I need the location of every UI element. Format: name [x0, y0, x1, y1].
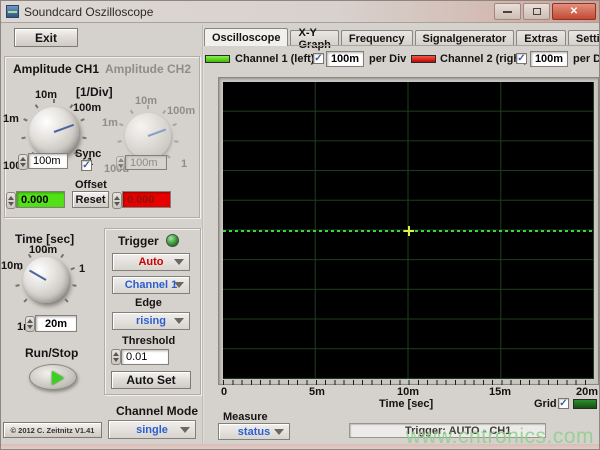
knob-needle — [148, 128, 167, 136]
edge-label: Edge — [135, 297, 162, 309]
channel2-checkbox[interactable]: ✓ — [516, 53, 527, 64]
ch1-scale-1m: 1m — [3, 113, 19, 125]
time-scale-100m: 100m — [29, 244, 57, 256]
play-icon — [52, 371, 64, 385]
panel-separator — [202, 25, 204, 444]
x-tick-5m: 5m — [309, 386, 325, 398]
time-value[interactable]: 20m — [35, 315, 77, 332]
channel1-label: Channel 1 (left) — [235, 53, 314, 65]
tab-xy-graph[interactable]: X-Y Graph — [290, 30, 338, 46]
ch1-scale-10m: 10m — [35, 89, 57, 101]
ch2-scale-10m: 10m — [135, 95, 157, 107]
amplitude-unit-label: [1/Div] — [76, 85, 113, 99]
tab-extras[interactable]: Extras — [516, 30, 566, 46]
grid-checkbox[interactable]: ✓ — [558, 398, 569, 409]
threshold-spinner[interactable] — [111, 349, 121, 365]
cursor-crosshair-icon[interactable] — [404, 226, 414, 236]
knob-needle — [54, 124, 74, 133]
run-stop-button[interactable] — [29, 364, 77, 390]
app-icon — [6, 5, 19, 18]
knob-needle — [29, 269, 47, 280]
chevron-down-icon — [174, 259, 184, 265]
time-knob[interactable] — [23, 257, 69, 303]
channel2-color-swatch — [411, 55, 436, 63]
x-tick-15m: 15m — [489, 386, 511, 398]
minimize-button[interactable] — [494, 3, 521, 20]
window-title: Soundcard Oszilloscope — [24, 5, 153, 19]
channel2-scale-field[interactable]: 100m — [530, 51, 568, 67]
channel1-checkbox[interactable]: ✓ — [313, 53, 324, 64]
amplitude-ch2-knob[interactable] — [125, 113, 171, 159]
chevron-down-icon — [174, 282, 184, 288]
x-axis-ticks — [223, 380, 594, 385]
x-tick-0: 0 — [221, 386, 227, 398]
chevron-down-icon — [174, 318, 184, 324]
app-window: Soundcard Oszilloscope ✕ Exit Amplitude … — [0, 0, 600, 450]
channel1-color-swatch — [205, 55, 230, 63]
channel2-label: Channel 2 (right) — [440, 53, 527, 65]
channel-mode-label: Channel Mode — [116, 404, 198, 418]
measure-dropdown[interactable]: status — [218, 423, 290, 440]
grid-color-swatch[interactable] — [573, 399, 597, 409]
channel1-scale-field[interactable]: 100m — [326, 51, 364, 67]
chevron-down-icon — [274, 429, 284, 435]
channel1-per-div-label: per Div — [369, 53, 406, 65]
grid-label: Grid — [534, 398, 557, 410]
tab-settings[interactable]: Settings — [568, 30, 600, 46]
channel2-per-div-label: per Div — [573, 53, 600, 65]
offset-ch1-value[interactable]: 0.000 — [16, 191, 65, 208]
threshold-value[interactable]: 0.01 — [121, 349, 169, 365]
ch2-scale-1: 1 — [181, 158, 187, 170]
offset-reset-button[interactable]: Reset — [72, 191, 109, 208]
amplitude-ch1-value[interactable]: 100m — [28, 153, 68, 169]
sync-checkbox[interactable]: ✓ — [81, 160, 92, 171]
trigger-title: Trigger — [118, 234, 159, 248]
offset-label: Offset — [75, 179, 107, 191]
channel-mode-dropdown[interactable]: single — [108, 420, 196, 439]
tab-oscilloscope[interactable]: Oscilloscope — [204, 28, 288, 46]
exit-button[interactable]: Exit — [14, 28, 78, 47]
ch2-scale-100m: 100m — [167, 105, 195, 117]
ch2-scale-1m: 1m — [102, 117, 118, 129]
tab-bar: Oscilloscope X-Y Graph Frequency Signalg… — [204, 28, 600, 46]
threshold-label: Threshold — [122, 335, 175, 347]
measure-label: Measure — [223, 411, 268, 423]
minimize-icon — [503, 11, 512, 13]
amplitude-ch1-knob[interactable] — [29, 107, 79, 157]
ch1-scale-100m: 100m — [73, 102, 101, 114]
trigger-mode-dropdown[interactable]: Auto — [112, 253, 190, 271]
chevron-down-icon — [180, 427, 190, 433]
maximize-button[interactable] — [523, 3, 550, 20]
amplitude-ch2-value[interactable]: 100m — [125, 155, 167, 170]
trigger-source-dropdown[interactable]: Channel 1 — [112, 276, 190, 294]
tab-frequency[interactable]: Frequency — [341, 30, 413, 46]
scope-display[interactable] — [223, 82, 594, 379]
auto-set-button[interactable]: Auto Set — [111, 371, 191, 389]
offset-ch2-value[interactable]: 0.000 — [122, 191, 171, 208]
copyright-bar: © 2012 C. Zeitnitz V1.41 — [3, 422, 102, 438]
time-scale-1: 1 — [79, 263, 85, 275]
amplitude-ch1-spinner[interactable] — [18, 154, 28, 170]
offset-ch2-spinner[interactable] — [112, 192, 122, 209]
amplitude-ch2-spinner[interactable] — [116, 156, 125, 170]
x-tick-20m: 20m — [576, 386, 598, 398]
watermark: www.cntronics.com — [406, 425, 594, 449]
time-spinner[interactable] — [25, 316, 35, 332]
trigger-led — [166, 234, 179, 247]
x-tick-10m: 10m — [397, 386, 419, 398]
close-icon: ✕ — [570, 6, 578, 17]
run-stop-label: Run/Stop — [25, 346, 78, 360]
time-scale-10m: 10m — [1, 260, 23, 272]
close-button[interactable]: ✕ — [552, 3, 596, 20]
sync-label: Sync — [75, 148, 101, 160]
window-controls: ✕ — [494, 3, 596, 20]
x-axis-title: Time [sec] — [379, 398, 433, 410]
amplitude-ch1-title: Amplitude CH1 — [13, 62, 99, 76]
maximize-icon — [533, 8, 541, 15]
trigger-edge-dropdown[interactable]: rising — [112, 312, 190, 330]
tab-signalgenerator[interactable]: Signalgenerator — [415, 30, 515, 46]
offset-ch1-spinner[interactable] — [6, 192, 16, 209]
amplitude-ch2-title: Amplitude CH2 — [105, 62, 191, 76]
